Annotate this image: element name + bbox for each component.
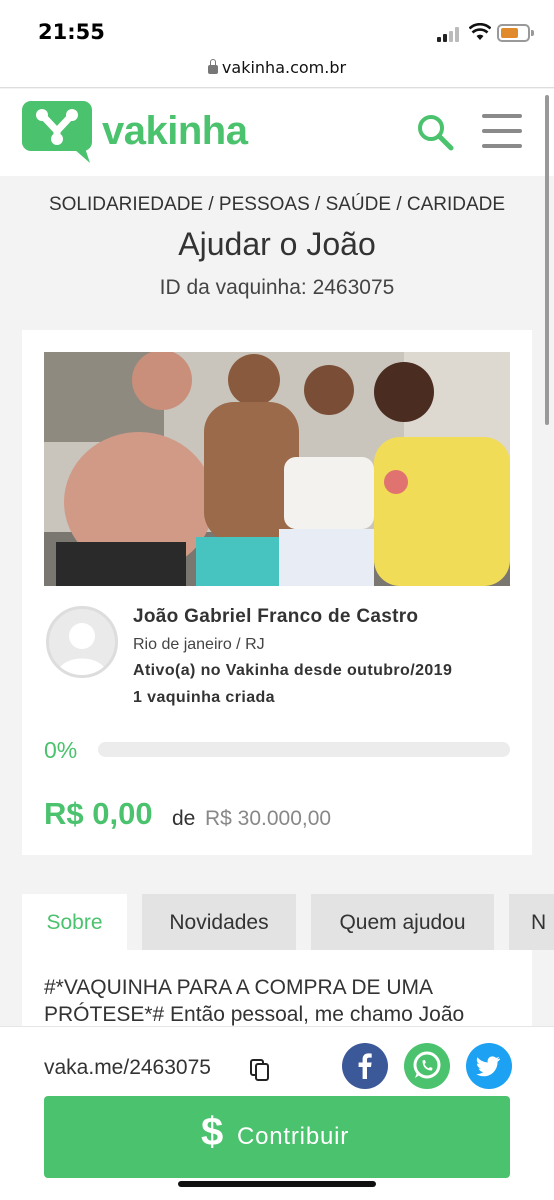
goal-amount: R$ 30.000,00 [205, 807, 332, 830]
whatsapp-share-button[interactable] [404, 1043, 450, 1089]
campaign-card: João Gabriel Franco de Castro Rio de jan… [22, 330, 532, 855]
short-link[interactable]: vaka.me/2463075 [44, 1056, 211, 1080]
battery-icon [497, 24, 534, 42]
category-breadcrumb[interactable]: SOLIDARIEDADE / PESSOAS / SAÚDE / CARIDA… [0, 194, 554, 216]
hamburger-menu-icon[interactable] [482, 114, 522, 148]
avatar[interactable] [46, 606, 118, 678]
owner-campaign-count: 1 vaquinha criada [133, 689, 275, 706]
tab-sobre[interactable]: Sobre [22, 894, 127, 950]
owner-name[interactable]: João Gabriel Franco de Castro [133, 606, 418, 628]
brand-name[interactable]: vakinha [102, 109, 248, 154]
progress-bar [98, 742, 510, 757]
owner-member-since: Ativo(a) no Vakinha desde outubro/2019 [133, 662, 453, 679]
page-title: Ajudar o João [178, 226, 376, 262]
description-panel: #*VAQUINHA PARA A COMPRA DE UMA PRÓTESE*… [22, 950, 532, 1030]
owner-location: Rio de janeiro / RJ [133, 636, 265, 653]
facebook-icon [358, 1053, 372, 1079]
cellular-signal-icon [437, 26, 463, 42]
whatsapp-icon [413, 1051, 441, 1079]
search-icon[interactable] [416, 113, 454, 151]
amount-raised: R$ 0,00 [44, 796, 153, 831]
contribute-label: Contribuir [237, 1123, 350, 1150]
campaign-photo [44, 352, 510, 586]
vakinha-logo-icon[interactable] [22, 101, 92, 163]
contribute-button[interactable]: $ Contribuir [44, 1096, 510, 1178]
clock: 21:55 [38, 20, 105, 44]
url-text: vakinha.com.br [221, 58, 347, 77]
copy-icon[interactable] [250, 1059, 270, 1081]
facebook-share-button[interactable] [342, 1043, 388, 1089]
wifi-icon [469, 23, 491, 40]
share-bar: vaka.me/2463075 $ Contribuir [0, 1026, 554, 1200]
twitter-icon [476, 1056, 500, 1077]
dollar-icon: $ [201, 1110, 224, 1154]
status-bar: 21:55 [0, 0, 554, 56]
of-label: de [172, 807, 196, 830]
home-indicator[interactable] [178, 1181, 376, 1187]
address-bar[interactable]: vakinha.com.br [0, 56, 554, 88]
twitter-share-button[interactable] [466, 1043, 512, 1089]
site-header: vakinha [0, 89, 554, 176]
tab-next-partial[interactable]: N [509, 894, 554, 950]
progress-percent: 0% [44, 737, 78, 763]
lock-icon [207, 59, 218, 74]
campaign-description: #*VAQUINHA PARA A COMPRA DE UMA PRÓTESE*… [44, 976, 465, 1026]
tab-novidades[interactable]: Novidades [142, 894, 296, 950]
default-user-icon [57, 623, 107, 675]
tab-quem-ajudou[interactable]: Quem ajudou [311, 894, 494, 950]
campaign-id: ID da vaquinha: 2463075 [159, 276, 395, 299]
